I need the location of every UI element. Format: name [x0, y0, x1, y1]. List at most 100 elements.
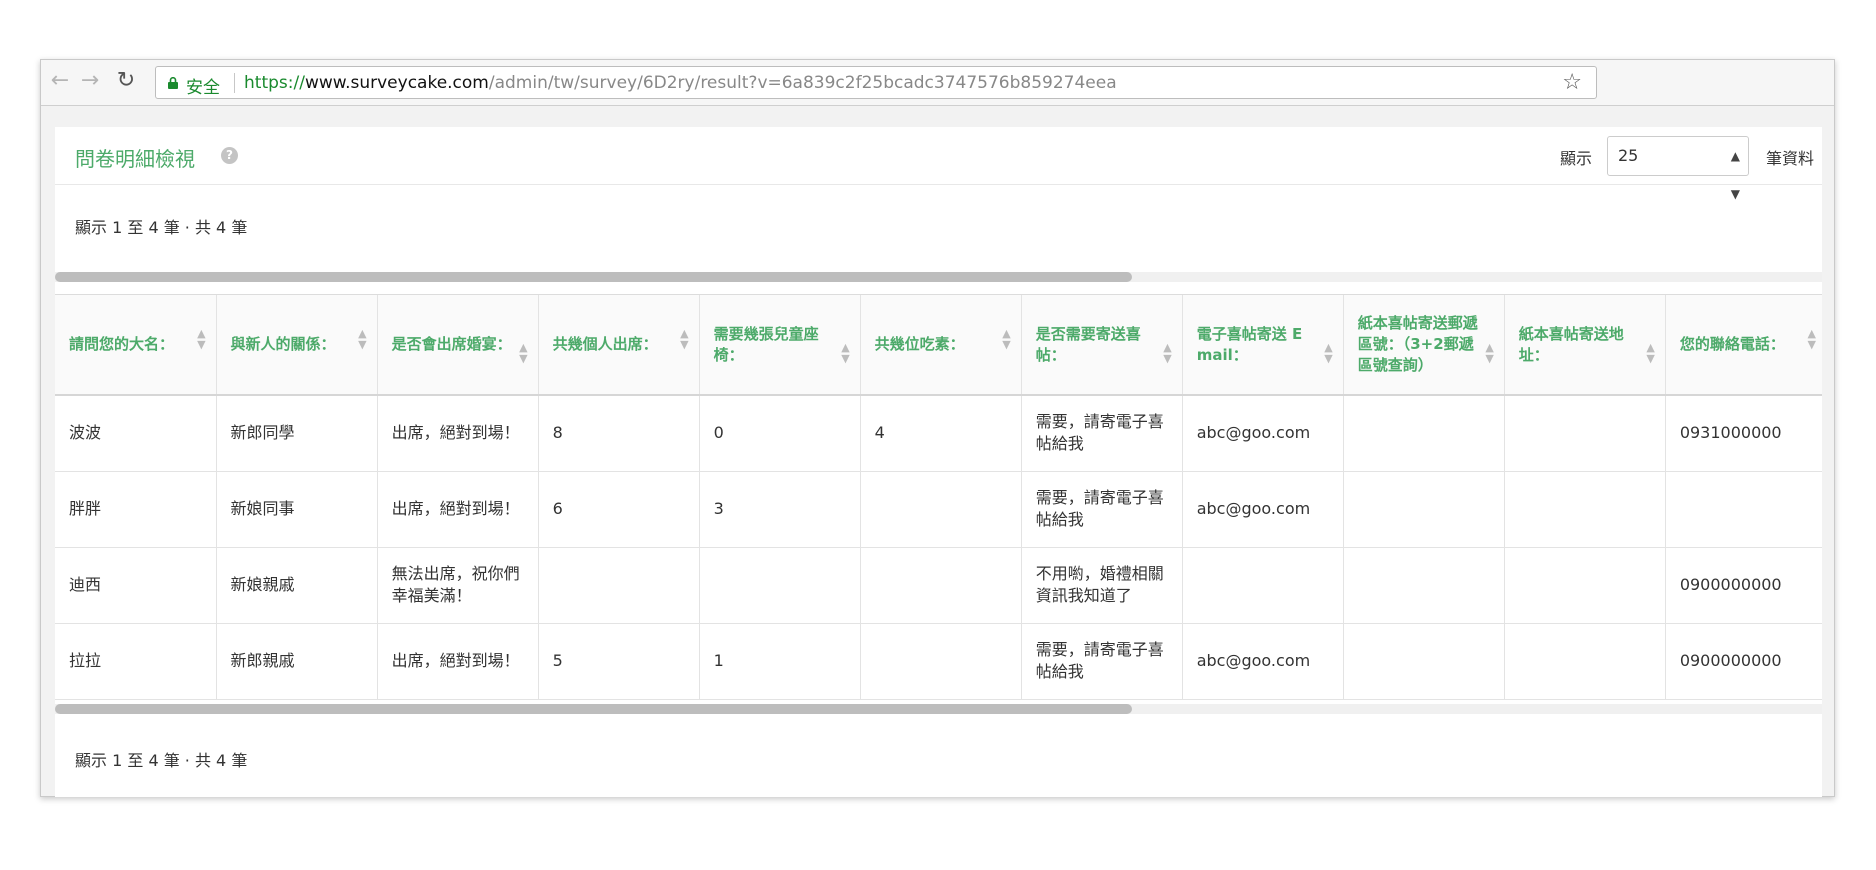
sort-icon[interactable]: ▲ ▼ [841, 342, 849, 364]
table-cell: 需要，請寄電子喜帖給我 [1021, 623, 1183, 700]
table-cell [699, 547, 861, 624]
horizontal-scrollbar-top[interactable] [55, 272, 1822, 282]
sort-icon[interactable]: ▲ ▼ [1163, 342, 1171, 364]
reload-icon[interactable]: ↻ [113, 68, 139, 94]
table-cell: 需要，請寄電子喜帖給我 [1021, 471, 1183, 548]
column-header-label: 紙本喜帖寄送地址： [1518, 324, 1624, 364]
results-panel: 問卷明細檢視 ? 顯示 25 ▲ ▼ 筆資料 顯示 1 至 4 筆 · 共 4 筆… [55, 127, 1822, 797]
address-separator [234, 73, 235, 93]
table-info-top: 顯示 1 至 4 筆 · 共 4 筆 [75, 218, 248, 237]
table-cell: 8 [538, 395, 700, 472]
page-size-select[interactable]: 25 ▲ ▼ [1607, 136, 1749, 201]
table-info-bottom: 顯示 1 至 4 筆 · 共 4 筆 [75, 751, 248, 770]
table-cell: 0 [699, 395, 861, 472]
help-icon[interactable]: ? [221, 147, 238, 164]
sort-icon[interactable]: ▲ ▼ [1324, 342, 1332, 364]
column-header-label: 與新人的關係： [230, 335, 336, 353]
table-cell: 需要，請寄電子喜帖給我 [1021, 395, 1183, 472]
table-cell: abc@goo.com [1182, 471, 1344, 548]
table-cell: 新娘親戚 [216, 547, 378, 624]
table-cell: 5 [538, 623, 700, 700]
url-text[interactable]: https://www.surveycake.com/admin/tw/surv… [244, 73, 1117, 93]
table-cell: 新娘同事 [216, 471, 378, 548]
lock-icon [168, 77, 178, 89]
table-cell: 0900000000 [1665, 547, 1822, 624]
column-header-label: 您的聯絡電話： [1679, 335, 1785, 353]
table-cell: 胖胖 [55, 471, 217, 548]
table-row: 拉拉 新郎親戚 出席，絕對到場！ 5 1 需要，請寄電子喜帖給我 abc@goo… [55, 623, 1822, 700]
column-header[interactable]: 與新人的關係： ▲ ▼ [216, 295, 378, 396]
table-row: 胖胖 新娘同事 出席，絕對到場！ 6 3 需要，請寄電子喜帖給我 abc@goo… [55, 471, 1822, 548]
table-cell [1504, 547, 1666, 624]
table-cell [1343, 547, 1505, 624]
sort-icon[interactable]: ▲ ▼ [1808, 328, 1816, 350]
table-cell: 迪西 [55, 547, 217, 624]
table-cell [860, 547, 1022, 624]
column-header[interactable]: 是否會出席婚宴： ▲ ▼ [377, 295, 539, 396]
sort-icon[interactable]: ▲ ▼ [1002, 328, 1010, 350]
column-header-label: 電子喜帖寄送 E mail： [1196, 324, 1303, 364]
page-title: 問卷明細檢視 [75, 147, 195, 171]
table-cell: 1 [699, 623, 861, 700]
column-header[interactable]: 電子喜帖寄送 E mail： ▲ ▼ [1182, 295, 1344, 396]
table-header-row: 請問您的大名： ▲ ▼ 與新人的關係： ▲ ▼ 是否會出席婚宴： ▲ ▼ 共幾個人出席： ▲ ▼… [55, 295, 1822, 396]
table-cell: 6 [538, 471, 700, 548]
sort-icon[interactable]: ▲ ▼ [358, 328, 366, 350]
table-row: 波波 新郎同學 出席，絕對到場！ 8 0 4 需要，請寄電子喜帖給我 abc@g… [55, 395, 1822, 472]
page-size-value: 25 [1618, 146, 1639, 165]
column-header-label: 紙本喜帖寄送郵遞區號：（3+2郵遞區號查詢） [1357, 314, 1478, 374]
column-header-label: 請問您的大名： [69, 335, 175, 353]
column-header[interactable]: 是否需要寄送喜帖： ▲ ▼ [1021, 295, 1183, 396]
url-scheme: https:// [244, 73, 305, 93]
column-header[interactable]: 您的聯絡電話： ▲ ▼ [1665, 295, 1822, 396]
column-header[interactable]: 請問您的大名： ▲ ▼ [55, 295, 217, 396]
table-cell [1504, 395, 1666, 472]
table-cell: 新郎同學 [216, 395, 378, 472]
column-header[interactable]: 紙本喜帖寄送郵遞區號：（3+2郵遞區號查詢） ▲ ▼ [1343, 295, 1505, 396]
show-label: 顯示 [1560, 149, 1593, 168]
table-cell: 0931000000 [1665, 395, 1822, 472]
sort-icon[interactable]: ▲ ▼ [519, 342, 527, 364]
column-header[interactable]: 紙本喜帖寄送地址： ▲ ▼ [1504, 295, 1666, 396]
sort-icon[interactable]: ▲ ▼ [680, 328, 688, 350]
table-cell [1504, 471, 1666, 548]
table-cell: 出席，絕對到場！ [377, 471, 539, 548]
table-cell: 波波 [55, 395, 217, 472]
column-header-label: 共幾位吃素： [874, 335, 965, 353]
column-header-label: 是否會出席婚宴： [391, 335, 512, 353]
table-cell: 無法出席，祝你們幸福美滿！ [377, 547, 539, 624]
column-header-label: 共幾個人出席： [552, 335, 658, 353]
table-cell [1504, 623, 1666, 700]
select-caret-icon: ▲ ▼ [1730, 149, 1740, 201]
records-label: 筆資料 [1766, 149, 1815, 168]
sort-icon[interactable]: ▲ ▼ [1485, 342, 1493, 364]
horizontal-scrollbar-bottom[interactable] [55, 704, 1822, 714]
address-bar[interactable]: 安全 https://www.surveycake.com/admin/tw/s… [155, 66, 1597, 99]
browser-toolbar: ← → ↻ 安全 https://www.surveycake.com/admi… [41, 60, 1834, 106]
scrollbar-thumb-top[interactable] [55, 272, 1132, 282]
sort-icon[interactable]: ▲ ▼ [1646, 342, 1654, 364]
browser-window: ← → ↻ 安全 https://www.surveycake.com/admi… [40, 59, 1835, 797]
table-cell: 3 [699, 471, 861, 548]
back-arrow-icon[interactable]: ← [47, 68, 73, 94]
column-header[interactable]: 共幾個人出席： ▲ ▼ [538, 295, 700, 396]
table-row: 迪西 新娘親戚 無法出席，祝你們幸福美滿！ 不用喲，婚禮相關資訊我知道了 090… [55, 547, 1822, 624]
table-cell [1182, 547, 1344, 624]
table-cell: 拉拉 [55, 623, 217, 700]
column-header[interactable]: 需要幾張兒童座椅： ▲ ▼ [699, 295, 861, 396]
sort-icon[interactable]: ▲ ▼ [197, 328, 205, 350]
column-header[interactable]: 共幾位吃素： ▲ ▼ [860, 295, 1022, 396]
table-cell [860, 623, 1022, 700]
table-cell: 4 [860, 395, 1022, 472]
table-cell [1665, 471, 1822, 548]
table-cell [860, 471, 1022, 548]
bookmark-star-icon[interactable]: ☆ [1562, 70, 1582, 95]
column-header-label: 是否需要寄送喜帖： [1035, 324, 1141, 364]
table-cell [1343, 471, 1505, 548]
table-cell: 0900000000 [1665, 623, 1822, 700]
table-cell: abc@goo.com [1182, 623, 1344, 700]
column-header-label: 需要幾張兒童座椅： [713, 324, 819, 364]
table-cell: 出席，絕對到場！ [377, 395, 539, 472]
forward-arrow-icon[interactable]: → [77, 68, 103, 94]
scrollbar-thumb-bottom[interactable] [55, 704, 1132, 714]
